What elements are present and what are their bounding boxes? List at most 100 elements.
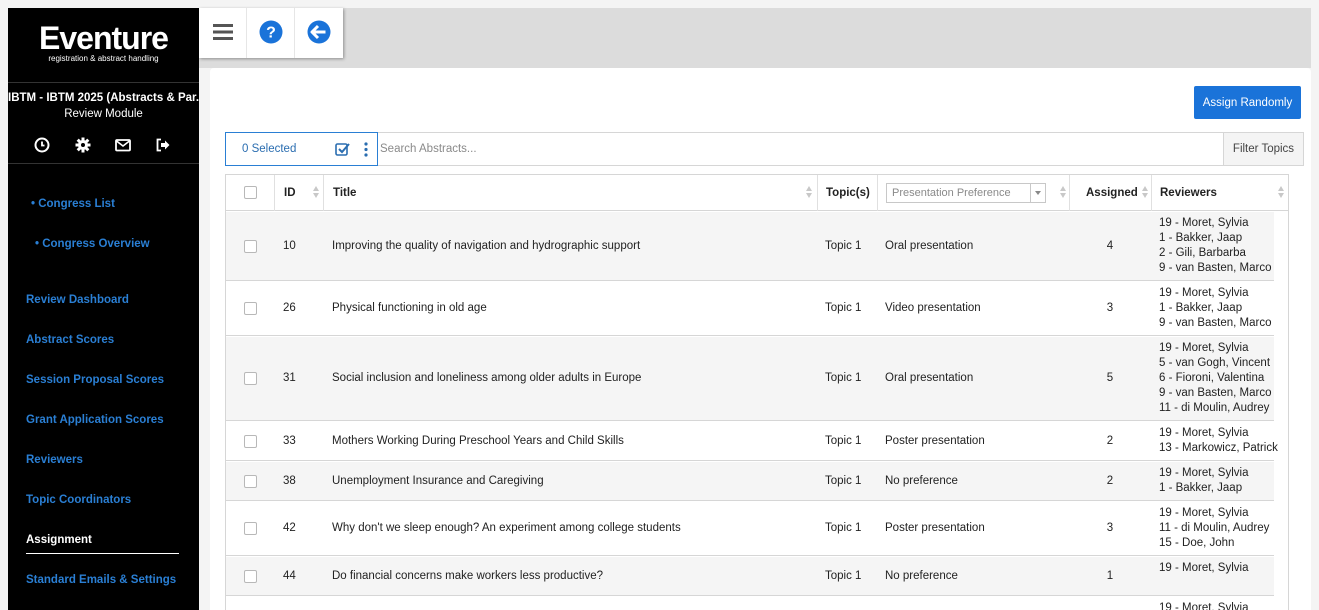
- table-row[interactable]: 33 Mothers Working During Preschool Years…: [226, 422, 1278, 461]
- reviewer-name: 1 - Bakker, Jaap: [1159, 232, 1243, 244]
- table-row[interactable]: 56From Planning to Lessons LearnedTopic …: [226, 597, 1274, 610]
- sidebar-divider: [8, 163, 199, 164]
- sidebar: Eventure registration & abstract handlin…: [8, 8, 199, 610]
- cell-id: 38: [283, 475, 296, 487]
- reviewer-name: 1 - Bakker, Jaap: [1159, 482, 1243, 494]
- table-row[interactable]: 10 Improving the quality of navigation an…: [226, 212, 1274, 281]
- sidebar-item-abstract-scores[interactable]: Abstract Scores: [26, 334, 114, 346]
- cell-title: Improving the quality of navigation and …: [332, 240, 641, 252]
- selected-count: 0 Selected: [242, 143, 297, 155]
- cell-preference: Poster presentation: [885, 435, 985, 447]
- select-all-checkbox[interactable]: [244, 186, 257, 199]
- cell-assigned: 1: [1106, 570, 1114, 582]
- sidebar-item-grant-application-scores[interactable]: Grant Application Scores: [26, 414, 164, 426]
- sidebar-item-standard-emails-settings[interactable]: Standard Emails & Settings: [26, 574, 176, 586]
- column-header-reviewers[interactable]: Reviewers: [1152, 175, 1288, 211]
- table-row[interactable]: 26 Physical functioning in old age Topic 1…: [226, 282, 1274, 336]
- column-header-assigned[interactable]: Assigned: [1070, 175, 1152, 211]
- sort-icon: [1278, 186, 1285, 200]
- help-button[interactable]: ?: [247, 8, 295, 58]
- menu-button[interactable]: [199, 8, 247, 58]
- row-checkbox[interactable]: [244, 240, 257, 253]
- sidebar-link-congress-list[interactable]: • Congress List: [31, 198, 115, 210]
- table-header: ID Title Topic(s) Presentation Preferenc…: [226, 175, 1288, 211]
- cell-topic: Topic 1: [825, 570, 862, 582]
- cell-assigned: 2: [1106, 475, 1114, 487]
- help-icon: ?: [259, 20, 283, 44]
- cell-reviewers: 19 - Moret, Sylvia 1 - Bakker, Jaap: [1159, 466, 1248, 496]
- event-name: IBTM - IBTM 2025 (Abstracts & Par...: [8, 92, 199, 104]
- reviewer-name: 19 - Moret, Sylvia: [1159, 467, 1249, 479]
- table-row[interactable]: 31 Social inclusion and loneliness among …: [226, 337, 1274, 421]
- reviewer-name: 9 - van Basten, Marco: [1159, 262, 1272, 274]
- reviewer-name: 19 - Moret, Sylvia: [1159, 342, 1249, 354]
- reviewer-name: 19 - Moret, Sylvia: [1159, 287, 1249, 299]
- preference-placeholder: Presentation Preference: [892, 187, 1011, 199]
- row-checkbox[interactable]: [244, 435, 257, 448]
- column-header-id[interactable]: ID: [275, 175, 324, 211]
- sidebar-item-topic-coordinators[interactable]: Topic Coordinators: [26, 494, 131, 506]
- reviewer-name: 19 - Moret, Sylvia: [1159, 507, 1249, 519]
- clock-icon[interactable]: [33, 136, 51, 154]
- sidebar-divider: [8, 82, 199, 83]
- assign-randomly-button[interactable]: Assign Randomly: [1194, 86, 1301, 119]
- gear-icon[interactable]: [74, 136, 92, 154]
- active-item-underline: [26, 553, 179, 554]
- filter-topics-button[interactable]: Filter Topics: [1223, 132, 1304, 166]
- column-label-reviewers: Reviewers: [1160, 187, 1217, 199]
- cell-reviewers: 19 - Moret, Sylvia 5 - van Gogh, Vincent 6…: [1159, 341, 1272, 416]
- sidebar-item-review-dashboard[interactable]: Review Dashboard: [26, 294, 129, 306]
- cell-assigned: 3: [1106, 302, 1114, 314]
- abstract-toolbar: 0 Selected Filter Topics: [225, 132, 1304, 166]
- column-header-preference: Presentation Preference: [878, 175, 1070, 211]
- sidebar-item-assignment[interactable]: Assignment: [26, 534, 92, 546]
- row-checkbox[interactable]: [244, 570, 257, 583]
- column-header-title[interactable]: Title: [324, 175, 818, 211]
- selection-box[interactable]: 0 Selected: [225, 132, 378, 166]
- row-checkbox[interactable]: [244, 302, 257, 315]
- row-checkbox[interactable]: [244, 522, 257, 535]
- logout-icon[interactable]: [154, 136, 172, 154]
- cell-preference: Poster presentation: [885, 522, 985, 534]
- presentation-preference-select[interactable]: Presentation Preference: [886, 183, 1046, 203]
- reviewer-name: 1 - Bakker, Jaap: [1159, 302, 1243, 314]
- select-all-check-icon[interactable]: [335, 142, 350, 157]
- reviewer-name: 19 - Moret, Sylvia: [1159, 602, 1249, 610]
- back-button[interactable]: [295, 8, 343, 58]
- cell-assigned: 2: [1106, 435, 1114, 447]
- cell-title: Do financial concerns make workers less …: [332, 570, 604, 582]
- envelope-icon[interactable]: [114, 136, 132, 154]
- column-label-topics: Topic(s): [826, 187, 870, 199]
- search-abstracts-input[interactable]: [380, 135, 1220, 163]
- cell-reviewers: 19 - Moret, Sylvia 11 - di Moulin, Audrey…: [1159, 506, 1269, 551]
- more-options-icon[interactable]: [364, 142, 368, 157]
- reviewer-name: 19 - Moret, Sylvia: [1159, 217, 1249, 229]
- cell-reviewers: 19 - Moret, Sylvia 1 - Bakker, Jaap 9 - va…: [1159, 286, 1272, 331]
- sort-icon: [1142, 186, 1149, 200]
- cell-reviewers: 19 - Moret, Sylvia1 - Bakker, Jaap: [1159, 601, 1248, 610]
- sidebar-item-session-proposal-scores[interactable]: Session Proposal Scores: [26, 374, 164, 386]
- table-row[interactable]: 38 Unemployment Insurance and Caregiving T…: [226, 462, 1274, 501]
- abstracts-table: ID Title Topic(s) Presentation Preferenc…: [225, 174, 1289, 610]
- row-checkbox[interactable]: [244, 372, 257, 385]
- cell-topic: Topic 1: [825, 240, 862, 252]
- reviewer-name: 19 - Moret, Sylvia: [1159, 427, 1249, 439]
- column-label-assigned: Assigned: [1086, 187, 1138, 199]
- row-checkbox[interactable]: [244, 475, 257, 488]
- cell-title: Mothers Working During Preschool Years a…: [332, 435, 624, 447]
- eventure-logo[interactable]: Eventure registration & abstract handlin…: [8, 22, 199, 63]
- cell-id: 10: [283, 240, 296, 252]
- table-row[interactable]: 42 Why don't we sleep enough? An experime…: [226, 502, 1274, 556]
- cell-topic: Topic 1: [825, 435, 862, 447]
- reviewer-name: 11 - di Moulin, Audrey: [1159, 402, 1270, 414]
- reviewer-name: 11 - di Moulin, Audrey: [1159, 522, 1270, 534]
- sidebar-link-congress-overview[interactable]: • Congress Overview: [35, 238, 150, 250]
- chevron-down-icon: [1030, 184, 1045, 202]
- sidebar-item-reviewers[interactable]: Reviewers: [26, 454, 83, 466]
- reviewer-name: 9 - van Basten, Marco: [1159, 317, 1272, 329]
- column-header-topics[interactable]: Topic(s): [818, 175, 878, 211]
- table-row[interactable]: 44 Do financial concerns make workers les…: [226, 557, 1274, 596]
- cell-id: 26: [283, 302, 296, 314]
- cell-reviewers: 19 - Moret, Sylvia 1 - Bakker, Jaap 2 - Gi…: [1159, 216, 1272, 276]
- sort-icon: [806, 186, 813, 200]
